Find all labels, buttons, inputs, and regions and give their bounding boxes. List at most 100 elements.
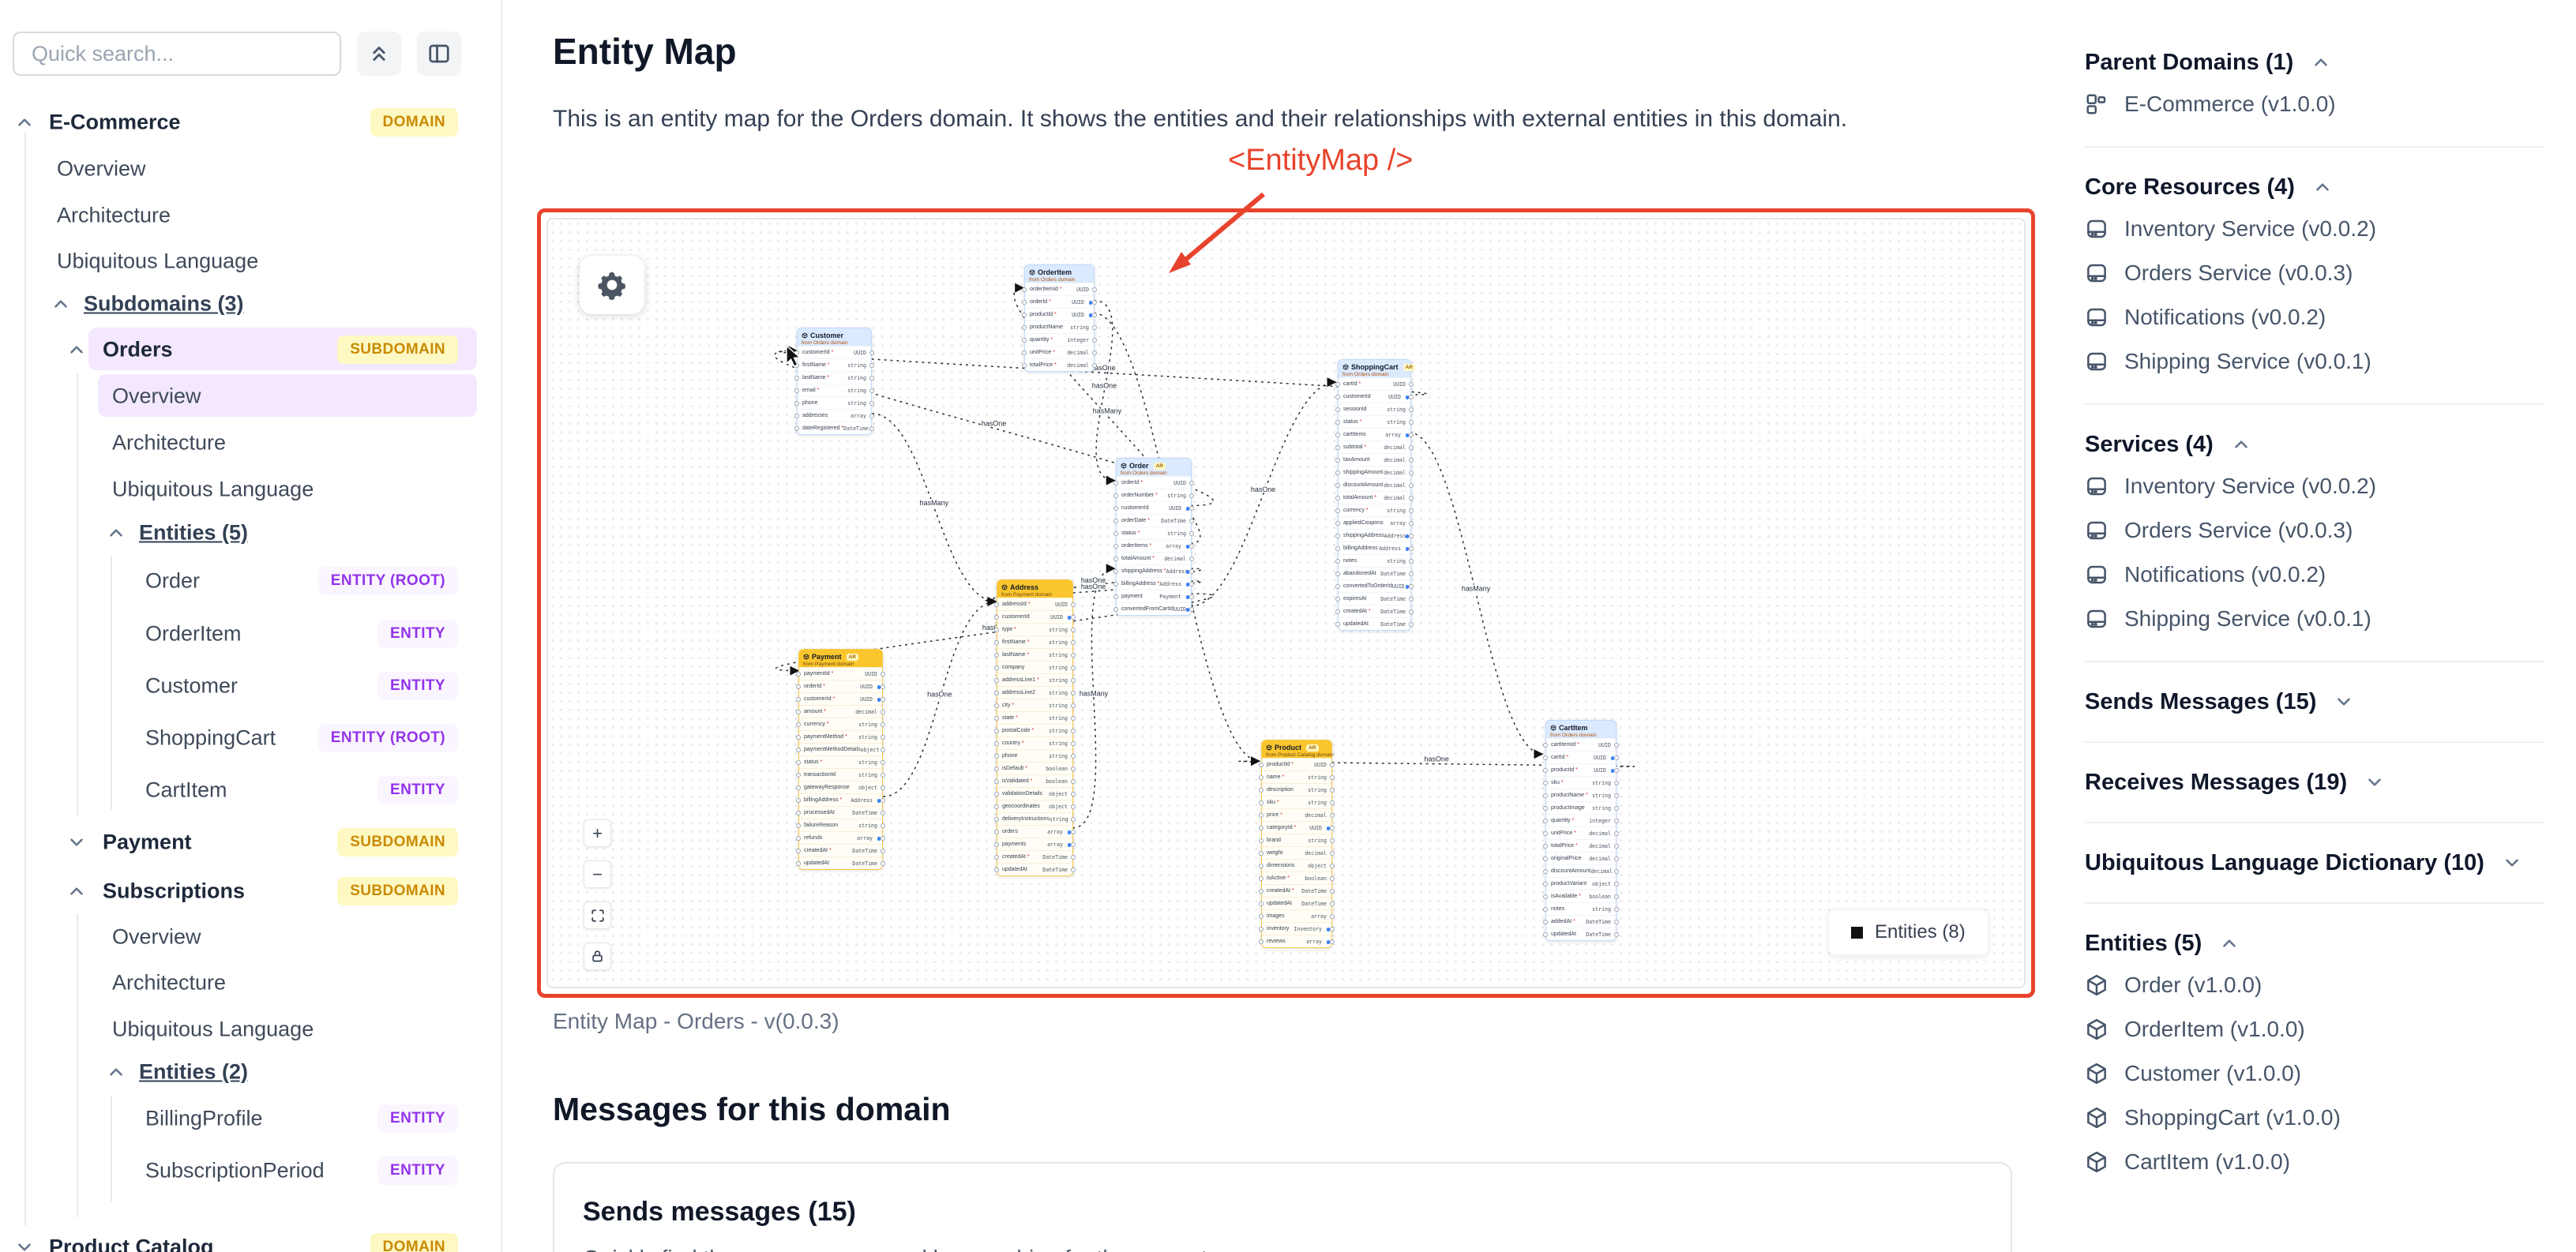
sidebar-item-product-catalog[interactable]: Product CatalogDOMAIN	[0, 1228, 502, 1252]
sidebar-item-entities-5[interactable]: Entities (5)	[0, 514, 502, 552]
lock-button[interactable]	[584, 943, 611, 970]
panel-item-cartitem-v1-0-0[interactable]: CartItem (v1.0.0)	[2085, 1140, 2544, 1184]
sidebar-item-subscriptionperiod[interactable]: SubscriptionPeriodENTITY	[0, 1152, 502, 1190]
port-icon	[994, 665, 999, 670]
sidebar-item-overview[interactable]: Overview	[0, 150, 502, 188]
entity-node-address[interactable]: Addressfrom Payment domainaddressId *UUI…	[997, 579, 1073, 876]
sidebar-item-ubiquitous-language[interactable]: Ubiquitous Language	[0, 470, 502, 508]
search-input[interactable]	[13, 32, 341, 76]
chevron-up-icon[interactable]	[2231, 434, 2251, 455]
section-header-entities-5[interactable]: Entities (5)	[2085, 924, 2544, 963]
entity-node-order[interactable]: OrderARfrom Orders domainorderId *UUIDor…	[1116, 458, 1192, 616]
sidebar-item-subdomains-3[interactable]: Subdomains (3)	[0, 285, 502, 323]
chevron-up-icon[interactable]	[66, 339, 87, 360]
sidebar-item-overview[interactable]: Overview	[0, 918, 502, 956]
entity-field-customerid: customerIdUUID	[997, 610, 1072, 623]
collapse-all-button[interactable]	[357, 32, 401, 76]
svg-text:hasMany: hasMany	[1462, 585, 1491, 593]
zoom-in-button[interactable]: +	[584, 819, 611, 847]
port-icon	[881, 823, 885, 828]
port-icon	[1409, 559, 1414, 564]
sidebar-item-orders[interactable]: OrdersSUBDOMAIN	[0, 331, 502, 369]
chevron-down-icon[interactable]	[2364, 772, 2385, 793]
port-icon	[1614, 743, 1619, 748]
sidebar-item-payment[interactable]: PaymentSUBDOMAIN	[0, 823, 502, 861]
entity-node-cartitem[interactable]: CartItemfrom Orders domaincartItemId *UU…	[1545, 720, 1617, 941]
panel-item-customer-v1-0-0[interactable]: Customer (v1.0.0)	[2085, 1051, 2544, 1096]
entity-node-product[interactable]: ProductARfrom Product Catalog domainprod…	[1261, 740, 1332, 948]
legend-label: Entities (8)	[1875, 921, 1966, 943]
fit-view-button[interactable]	[584, 902, 611, 929]
chevron-up-icon[interactable]	[2312, 177, 2333, 197]
panel-item-inventory-service-v0-0-2[interactable]: Inventory Service (v0.0.2)	[2085, 464, 2544, 508]
entity-node-shoppingcart[interactable]: ShoppingCartARfrom Orders domaincartId *…	[1338, 359, 1411, 631]
entity-field-quantity: quantity *integer	[1025, 333, 1094, 346]
sidebar-item-customer[interactable]: CustomerENTITY	[0, 667, 502, 705]
section-header-ubiquitous-language-dictionary-10[interactable]: Ubiquitous Language Dictionary (10)	[2085, 843, 2544, 883]
sidebar-toggle-button[interactable]	[417, 32, 461, 76]
panel-item-orderitem-v1-0-0[interactable]: OrderItem (v1.0.0)	[2085, 1007, 2544, 1051]
panel-item-shipping-service-v0-0-1[interactable]: Shipping Service (v0.0.1)	[2085, 597, 2544, 641]
section-header-core-resources-4[interactable]: Core Resources (4)	[2085, 167, 2544, 207]
sidebar-item-overview[interactable]: Overview	[0, 377, 502, 415]
panel-item-notifications-v0-0-2[interactable]: Notifications (v0.0.2)	[2085, 553, 2544, 597]
chevron-up-icon[interactable]	[2219, 933, 2240, 954]
sidebar-item-entities-2[interactable]: Entities (2)	[0, 1053, 502, 1091]
section-title: Parent Domains (1)	[2085, 50, 2293, 76]
section-header-services-4[interactable]: Services (4)	[2085, 425, 2544, 464]
chevron-up-icon[interactable]	[51, 294, 71, 314]
sidebar-item-shoppingcart[interactable]: ShoppingCartENTITY (ROOT)	[0, 719, 502, 757]
sidebar-item-architecture[interactable]: Architecture	[0, 964, 502, 1002]
port-icon	[994, 804, 999, 809]
sidebar-item-ubiquitous-language[interactable]: Ubiquitous Language	[0, 242, 502, 280]
sidebar-item-billingprofile[interactable]: BillingProfileENTITY	[0, 1100, 502, 1138]
port-icon	[1409, 433, 1414, 437]
sidebar-item-architecture[interactable]: Architecture	[0, 197, 502, 234]
entity-node-customer[interactable]: Customerfrom Orders domaincustomerId *UU…	[797, 328, 872, 435]
chevron-up-icon[interactable]	[14, 112, 35, 133]
chevron-down-icon[interactable]	[14, 1237, 35, 1252]
sidebar-item-order[interactable]: OrderENTITY (ROOT)	[0, 562, 502, 600]
section-header-receives-messages-19[interactable]: Receives Messages (19)	[2085, 763, 2544, 802]
port-icon	[1330, 939, 1335, 944]
entity-field-cartid: cartId *UUID	[1339, 377, 1410, 390]
entity-map-canvas[interactable]: hasOnehasOnehasOnehasManyhasOnehasOnehas…	[546, 218, 2026, 988]
panel-item-shipping-service-v0-0-1[interactable]: Shipping Service (v0.0.1)	[2085, 339, 2544, 384]
section-header-parent-domains-1[interactable]: Parent Domains (1)	[2085, 43, 2544, 82]
panel-item-inventory-service-v0-0-2[interactable]: Inventory Service (v0.0.2)	[2085, 207, 2544, 251]
chevron-up-icon[interactable]	[106, 523, 126, 543]
entity-field-shippingamount: shippingAmountdecimal	[1339, 466, 1410, 478]
chevron-down-icon[interactable]	[2334, 692, 2354, 712]
panel-item-orders-service-v0-0-3[interactable]: Orders Service (v0.0.3)	[2085, 508, 2544, 553]
entity-node-orderitem[interactable]: OrderItemfrom Orders domainorderItemId *…	[1024, 264, 1095, 372]
sidebar-item-e-commerce[interactable]: E-CommerceDOMAIN	[0, 103, 502, 141]
chevron-down-icon[interactable]	[2502, 853, 2522, 873]
panel-item-notifications-v0-0-2[interactable]: Notifications (v0.0.2)	[2085, 295, 2544, 339]
panel-item-e-commerce-v1-0-0[interactable]: E-Commerce (v1.0.0)	[2085, 82, 2544, 126]
panel-item-shoppingcart-v1-0-0[interactable]: ShoppingCart (v1.0.0)	[2085, 1096, 2544, 1140]
sidebar-item-cartitem[interactable]: CartItemENTITY	[0, 771, 502, 809]
port-icon	[1189, 493, 1194, 498]
chevron-down-icon[interactable]	[66, 832, 87, 853]
entity-field-appliedcoupons: appliedCouponsarray	[1339, 516, 1410, 529]
type-badge: DOMAIN	[370, 1233, 458, 1252]
zoom-out-button[interactable]: −	[584, 860, 611, 888]
chevron-up-icon[interactable]	[66, 881, 87, 902]
port-icon	[796, 798, 801, 803]
sidebar-item-subscriptions[interactable]: SubscriptionsSUBDOMAIN	[0, 872, 502, 910]
panel-item-order-v1-0-0[interactable]: Order (v1.0.0)	[2085, 963, 2544, 1007]
sidebar-item-orderitem[interactable]: OrderItemENTITY	[0, 615, 502, 653]
entity-field-discountamount: discountAmountdecimal	[1339, 478, 1410, 491]
section-header-sends-messages-15[interactable]: Sends Messages (15)	[2085, 682, 2544, 722]
panel-item-label: Inventory Service (v0.0.2)	[2124, 216, 2376, 242]
panel-item-orders-service-v0-0-3[interactable]: Orders Service (v0.0.3)	[2085, 251, 2544, 295]
sidebar-item-ubiquitous-language[interactable]: Ubiquitous Language	[0, 1010, 502, 1048]
port-icon	[796, 697, 801, 702]
sidebar-item-architecture[interactable]: Architecture	[0, 424, 502, 462]
chevron-up-icon[interactable]	[2311, 52, 2331, 73]
port-icon	[1330, 826, 1335, 830]
entity-node-payment[interactable]: PaymentARfrom Payment domainpaymentId *U…	[798, 649, 883, 870]
chevron-up-icon[interactable]	[106, 1062, 126, 1082]
cube-icon	[1029, 269, 1035, 276]
map-settings-button[interactable]	[580, 256, 644, 314]
